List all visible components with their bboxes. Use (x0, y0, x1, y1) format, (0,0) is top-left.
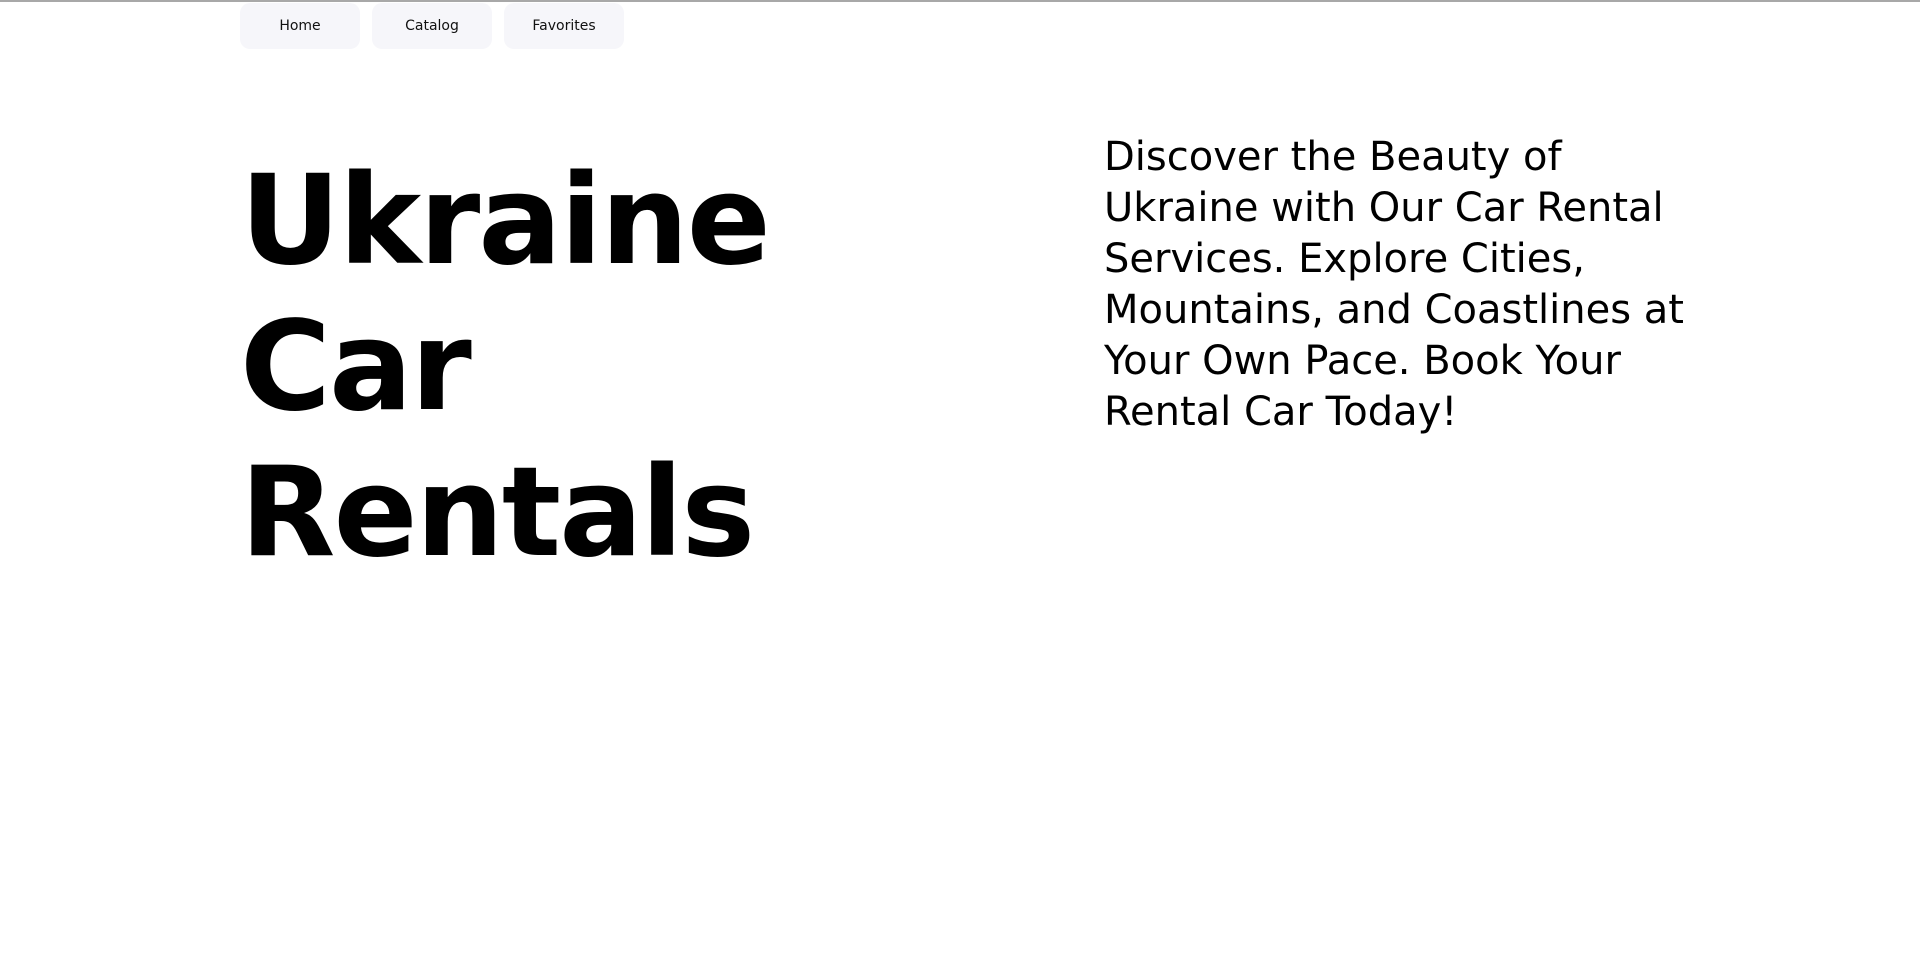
hero-description: Discover the Beauty of Ukraine with Our … (1104, 134, 1684, 435)
nav-catalog-button[interactable]: Catalog (372, 3, 492, 49)
hero-title: Ukraine Car Rentals (240, 149, 771, 585)
main-nav: Home Catalog Favorites (240, 3, 624, 49)
nav-home-button[interactable]: Home (240, 3, 360, 49)
top-border (0, 0, 1920, 2)
nav-favorites-button[interactable]: Favorites (504, 3, 624, 49)
